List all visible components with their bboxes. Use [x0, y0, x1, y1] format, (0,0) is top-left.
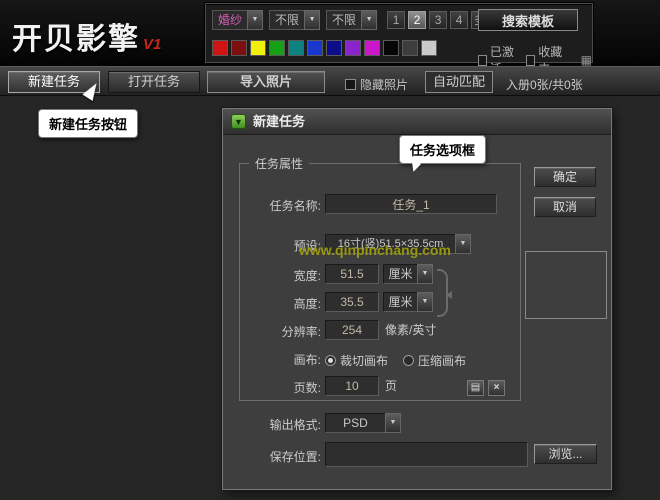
dropdown-category[interactable]: 婚纱 ▼	[212, 10, 263, 30]
color-swatch[interactable]	[326, 40, 342, 56]
filter-count-button-3[interactable]: 3	[429, 11, 447, 29]
chevron-down-icon[interactable]: ▼	[385, 413, 401, 433]
delete-preset-button[interactable]: ×	[488, 380, 505, 396]
width-input[interactable]	[325, 264, 379, 284]
callout-new-task: 新建任务按钮	[38, 109, 138, 138]
app-header: 开贝影擎V1 婚纱 ▼ 不限 ▼ 不限 ▼ 1234多 搜索模板	[0, 0, 660, 66]
open-task-button[interactable]: 打开任务	[108, 71, 200, 93]
chevron-down-icon[interactable]: ▼	[304, 10, 320, 30]
filter-count-button-2[interactable]: 2	[408, 11, 426, 29]
album-count: 入册0张/共0张	[506, 76, 583, 93]
pages-unit: 页	[385, 376, 397, 396]
canvas-crop-radio[interactable]: 裁切画布	[325, 350, 388, 370]
filter-count-button-1[interactable]: 1	[387, 11, 405, 29]
filter-count-button-4[interactable]: 4	[450, 11, 468, 29]
color-swatch[interactable]	[421, 40, 437, 56]
dialog-title: 新建任务	[253, 109, 305, 135]
chevron-down-icon[interactable]: ▼	[417, 292, 433, 312]
canvas-crop-label: 裁切画布	[340, 352, 388, 369]
color-swatch[interactable]	[212, 40, 228, 56]
save-location-input[interactable]	[325, 442, 528, 467]
dropdown-filter-1[interactable]: 不限 ▼	[269, 10, 320, 30]
checkbox-icon	[478, 55, 487, 66]
output-format-value: PSD	[325, 413, 385, 433]
task-name-label: 任务名称:	[233, 196, 321, 216]
resolution-label: 分辨率:	[233, 322, 321, 342]
chevron-down-icon[interactable]: ▼	[417, 264, 433, 284]
height-unit-value: 厘米	[383, 292, 417, 312]
canvas-label: 画布:	[233, 350, 321, 370]
checkbox-icon	[345, 79, 356, 90]
cancel-button[interactable]: 取消	[534, 197, 596, 217]
resolution-unit: 像素/英寸	[385, 320, 436, 340]
chevron-down-icon[interactable]: ▼	[455, 234, 471, 254]
color-swatch[interactable]	[288, 40, 304, 56]
logo-text: 开贝影擎	[12, 23, 140, 56]
canvas-compress-radio[interactable]: 压缩画布	[403, 350, 466, 370]
color-swatch[interactable]	[250, 40, 266, 56]
color-swatch[interactable]	[402, 40, 418, 56]
import-photos-button[interactable]: 导入照片	[207, 71, 325, 93]
preview-box	[525, 251, 607, 319]
width-label: 宽度:	[233, 266, 321, 286]
filter-row: 婚纱 ▼ 不限 ▼ 不限 ▼ 1234多	[212, 10, 489, 30]
output-format-label: 输出格式:	[233, 415, 321, 435]
number-buttons: 1234多	[387, 11, 489, 29]
browse-button[interactable]: 浏览...	[534, 444, 597, 464]
output-format-dropdown[interactable]: PSD ▼	[325, 413, 401, 433]
new-task-dialog: ▼ 新建任务 任务选项框 任务属性 任务名称: 预设: 16寸(竖)51.5×3…	[222, 108, 612, 490]
dropdown-filter-1-value: 不限	[269, 10, 304, 30]
swatch-row	[212, 40, 437, 56]
app-window: 开贝影擎V1 婚纱 ▼ 不限 ▼ 不限 ▼ 1234多 搜索模板	[0, 0, 660, 500]
grid-icon[interactable]: ▦	[581, 53, 592, 67]
pages-input[interactable]	[325, 376, 379, 396]
color-swatch[interactable]	[307, 40, 323, 56]
dropdown-filter-2[interactable]: 不限 ▼	[326, 10, 377, 30]
radio-icon	[325, 355, 336, 366]
filter-panel: 婚纱 ▼ 不限 ▼ 不限 ▼ 1234多 搜索模板 已激活	[205, 3, 593, 63]
height-label: 高度:	[233, 294, 321, 314]
auto-match-button[interactable]: 自动匹配	[425, 71, 493, 93]
width-unit-dropdown[interactable]: 厘米 ▼	[383, 264, 433, 284]
width-unit-value: 厘米	[383, 264, 417, 284]
height-unit-dropdown[interactable]: 厘米 ▼	[383, 292, 433, 312]
dropdown-filter-2-value: 不限	[326, 10, 361, 30]
pages-label: 页数:	[233, 378, 321, 398]
height-input[interactable]	[325, 292, 379, 312]
hide-photos-checkbox[interactable]: 隐藏照片	[345, 76, 408, 93]
main-area: 新建任务按钮 ▼ 新建任务 任务选项框 任务属性 任务名称: 预设: 16寸(竖…	[0, 96, 660, 500]
save-location-label: 保存位置:	[233, 447, 321, 467]
color-swatch[interactable]	[231, 40, 247, 56]
chevron-down-icon[interactable]: ▼	[247, 10, 263, 30]
search-template-button[interactable]: 搜索模板	[478, 9, 578, 31]
color-swatch[interactable]	[364, 40, 380, 56]
dialog-icon: ▼	[231, 114, 246, 129]
radio-icon	[403, 355, 414, 366]
link-bracket-icon	[437, 269, 448, 317]
dialog-title-bar: ▼ 新建任务	[223, 109, 611, 135]
toolbar: 新建任务 打开任务 导入照片 隐藏照片 自动匹配 入册0张/共0张	[0, 66, 660, 96]
canvas-compress-label: 压缩画布	[418, 352, 466, 369]
color-swatch[interactable]	[345, 40, 361, 56]
app-logo: 开贝影擎V1	[12, 14, 161, 58]
watermark-text: www.qinpinchang.com	[299, 242, 451, 258]
task-name-input[interactable]	[325, 194, 497, 214]
hide-photos-label: 隐藏照片	[360, 76, 408, 93]
resolution-input[interactable]	[325, 320, 379, 340]
chevron-down-icon[interactable]: ▼	[361, 10, 377, 30]
callout-task-options: 任务选项框	[399, 135, 486, 164]
ok-button[interactable]: 确定	[534, 167, 596, 187]
task-properties-title: 任务属性	[249, 155, 309, 172]
save-preset-button[interactable]: ▤	[467, 380, 484, 396]
color-swatch[interactable]	[383, 40, 399, 56]
color-swatch[interactable]	[269, 40, 285, 56]
dropdown-category-value: 婚纱	[212, 10, 247, 30]
logo-version: V1	[143, 36, 161, 53]
checkbox-icon	[526, 55, 535, 66]
